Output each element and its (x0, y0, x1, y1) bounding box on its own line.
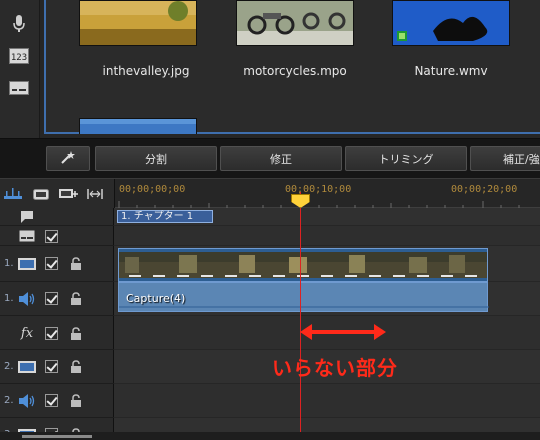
split-button[interactable]: 分割 (95, 146, 217, 171)
track-enable-checkbox[interactable] (45, 257, 58, 270)
audio-lane-2[interactable] (114, 384, 540, 418)
timeline-ruler[interactable]: 00;00;00;00 00;00;10;00 00;00;20;00 (114, 179, 540, 209)
subtitle-lane[interactable] (114, 226, 540, 246)
library-sidebar: 123 (0, 0, 40, 138)
chapter-track-header (0, 208, 114, 226)
magic-wand-icon (60, 150, 76, 167)
playhead-line[interactable] (300, 192, 301, 440)
track-headers: 1. 1. fx 2. 2. (0, 208, 114, 440)
annotation-label: いらない部分 (272, 356, 398, 380)
video-clip[interactable] (118, 248, 488, 282)
fit-timeline-icon[interactable] (86, 187, 104, 201)
track-enable-checkbox[interactable] (45, 327, 58, 340)
subtitle-track-header (0, 226, 114, 246)
effect-track-header: fx (0, 316, 114, 350)
track-number: 2. (4, 361, 14, 372)
lock-icon[interactable] (70, 291, 82, 305)
speaker-icon (17, 394, 37, 408)
audio-track-1-header: 1. (0, 282, 114, 316)
timecode-label: 00;00;10;00 (285, 184, 352, 195)
speaker-icon (17, 292, 37, 306)
library-item-thumbnail[interactable] (392, 0, 510, 46)
video-track-icon (17, 257, 37, 271)
lock-icon[interactable] (70, 256, 82, 270)
fix-button[interactable]: 修正 (220, 146, 342, 171)
library-item-label: inthevalley.jpg (102, 64, 190, 78)
timeline-header: 00;00;00;00 00;00;10;00 00;00;20;00 (0, 178, 540, 209)
svg-text:123: 123 (11, 53, 27, 63)
lock-icon[interactable] (70, 326, 82, 340)
track-enable-checkbox[interactable] (45, 394, 58, 407)
zoom-slider[interactable] (22, 435, 92, 438)
video-track-icon (17, 360, 37, 374)
counter-icon[interactable]: 123 (8, 46, 30, 66)
library-item-thumbnail[interactable] (236, 0, 354, 46)
microphone-icon[interactable] (8, 14, 30, 34)
track-enable-checkbox[interactable] (45, 292, 58, 305)
magic-wand-button[interactable] (46, 146, 90, 171)
double-arrow-icon (300, 324, 386, 340)
effect-fx-icon: fx (20, 325, 34, 341)
library-item-label: Nature.wmv (414, 64, 488, 78)
storyboard-view-icon[interactable] (32, 187, 50, 201)
trim-button[interactable]: トリミング (345, 146, 467, 171)
library-item-label: motorcycles.mpo (243, 64, 347, 78)
library-item-thumbnail[interactable] (79, 0, 197, 46)
video-track-1-header: 1. (0, 246, 114, 282)
library-content: inthevalley.jpg motorcycles.mpo Nature.w… (44, 0, 540, 134)
subtitle-icon[interactable] (8, 78, 30, 98)
audio-track-2-header: 2. (0, 384, 114, 418)
timecode-label: 00;00;00;00 (119, 184, 186, 195)
chapter-icon (17, 210, 37, 224)
edit-toolbar: 分割 修正 トリミング 補正/強 (0, 138, 540, 178)
library-item-thumbnail[interactable] (79, 118, 197, 134)
track-number: 2. (4, 395, 14, 406)
subtitle-icon (17, 229, 37, 243)
media-library: 123 inthevalley.jpg motorcycles.mpo Natu… (0, 0, 540, 138)
track-number: 1. (4, 258, 14, 269)
lock-icon[interactable] (70, 393, 82, 407)
add-track-icon[interactable] (58, 187, 80, 201)
audio-clip[interactable]: Capture(4) (118, 282, 489, 312)
timecode-label: 00;00;20;00 (451, 184, 518, 195)
lock-icon[interactable] (70, 359, 82, 373)
enhance-button[interactable]: 補正/強 (470, 146, 540, 171)
track-enable-checkbox[interactable] (45, 230, 58, 243)
chapter-marker[interactable]: 1. チャプター 1 (117, 210, 213, 223)
track-number: 1. (4, 293, 14, 304)
timeline-view-icon[interactable] (2, 187, 24, 201)
track-enable-checkbox[interactable] (45, 360, 58, 373)
video-track-2-header: 2. (0, 350, 114, 384)
